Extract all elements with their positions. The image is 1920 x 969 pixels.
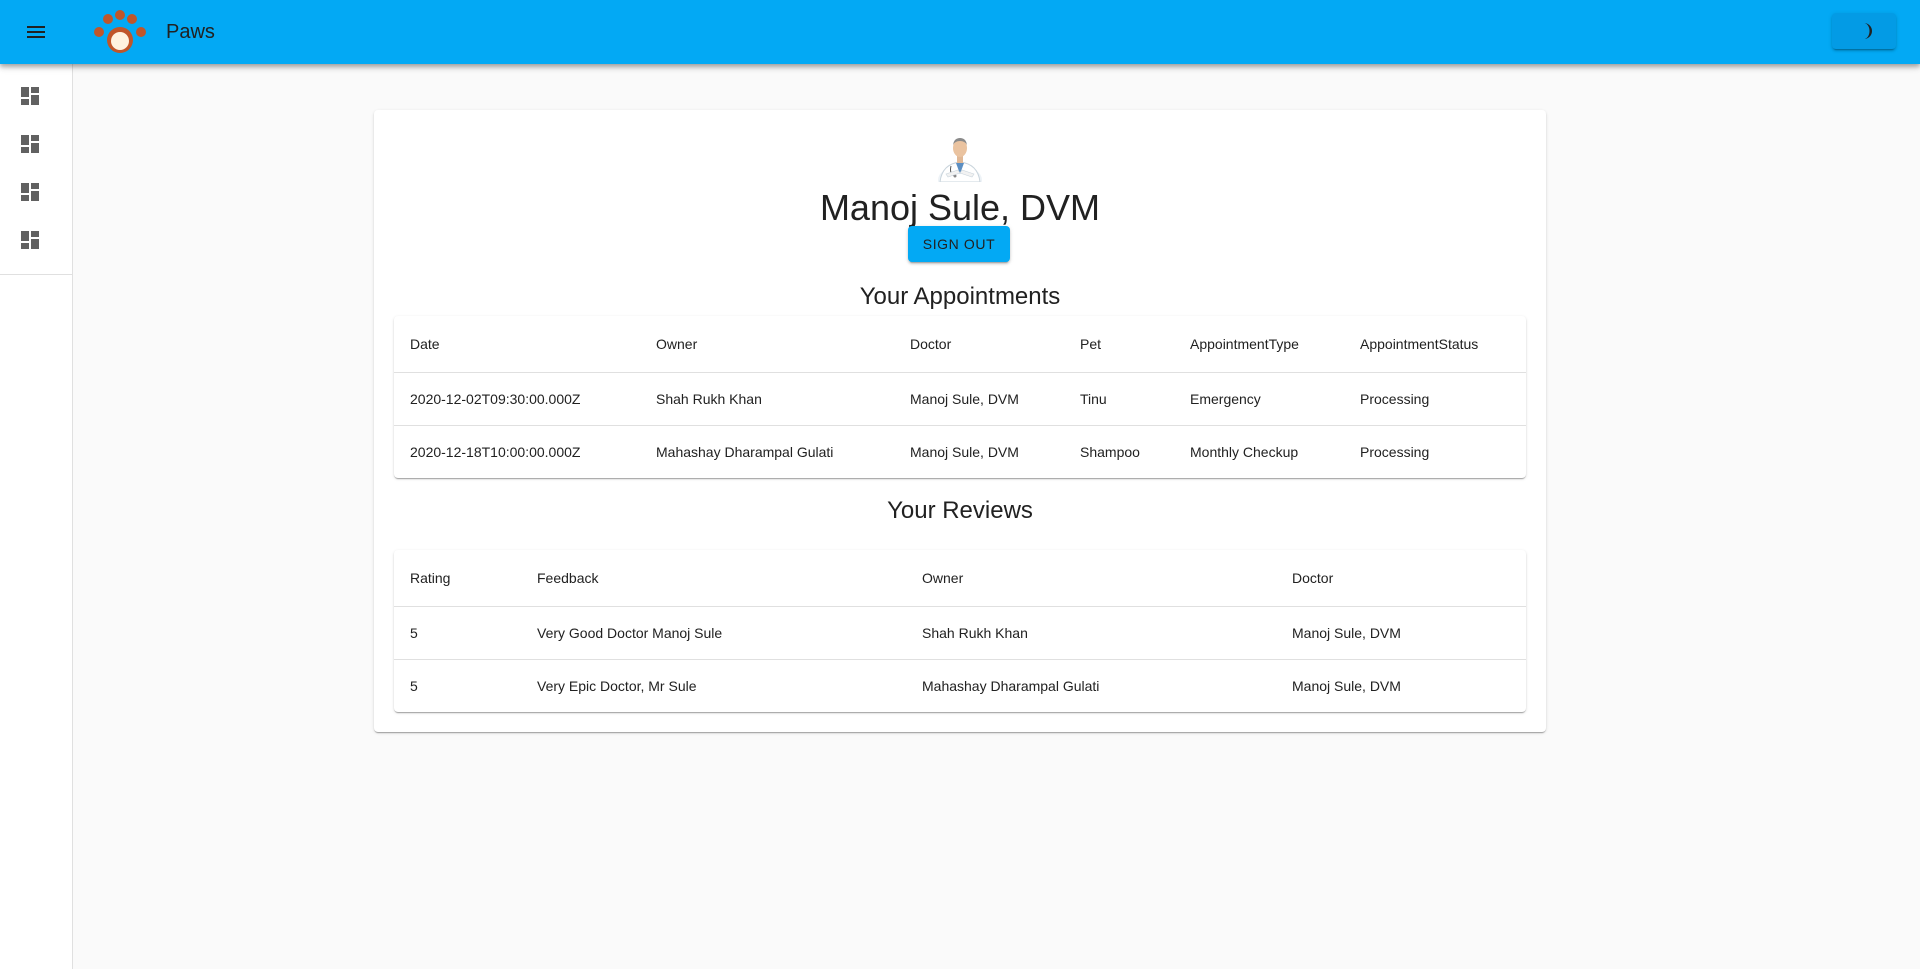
drawer-list bbox=[0, 64, 72, 264]
table-cell: 2020-12-02T09:30:00.000Z bbox=[394, 372, 640, 426]
dashboard-icon bbox=[21, 87, 39, 105]
table-row[interactable]: 5 Very Good Doctor Manoj Sule Shah Rukh … bbox=[394, 606, 1526, 660]
table-cell: Shah Rukh Khan bbox=[640, 372, 894, 426]
column-header: Owner bbox=[906, 550, 1276, 607]
column-header: Rating bbox=[394, 550, 521, 607]
dashboard-icon bbox=[21, 135, 39, 153]
table-row[interactable]: 2020-12-18T10:00:00.000Z Mahashay Dharam… bbox=[394, 425, 1526, 478]
column-header: AppointmentType bbox=[1174, 316, 1344, 373]
table-cell: Processing bbox=[1344, 372, 1526, 426]
table-cell: Shampoo bbox=[1080, 443, 1140, 460]
drawer-item-2[interactable] bbox=[0, 120, 72, 168]
reviews-title: Your Reviews bbox=[887, 497, 1033, 524]
app-title: Paws bbox=[166, 21, 215, 43]
table-cell: 5 bbox=[410, 677, 418, 694]
menu-button[interactable] bbox=[12, 8, 60, 56]
doctor-name: Manoj Sule, DVM bbox=[819, 187, 1101, 228]
table-cell: Monthly Checkup bbox=[1190, 443, 1299, 460]
column-header: Date bbox=[394, 316, 640, 373]
column-header: Doctor bbox=[894, 316, 1064, 373]
table-cell: Mahashay Dharampal Gulati bbox=[656, 443, 834, 460]
table-row[interactable]: 5 Very Epic Doctor, Mr Sule Mahashay Dha… bbox=[394, 659, 1526, 712]
table-cell: Shah Rukh Khan bbox=[906, 606, 1276, 660]
drawer-divider bbox=[0, 274, 72, 275]
appointments-title: Your Appointments bbox=[859, 283, 1061, 310]
appointments-header-row: Date Owner Doctor Pet AppointmentType Ap… bbox=[394, 316, 1526, 373]
column-header: Owner bbox=[640, 316, 894, 373]
table-cell: Processing bbox=[1360, 443, 1430, 460]
table-cell: Manoj Sule, DVM bbox=[1292, 677, 1401, 694]
column-header: Feedback bbox=[521, 550, 906, 607]
column-header: AppointmentStatus bbox=[1344, 316, 1526, 373]
dark-mode-icon bbox=[1864, 23, 1872, 39]
table-cell: Manoj Sule, DVM bbox=[894, 372, 1064, 426]
reviews-table: Rating Feedback Owner Doctor 5 Very Good… bbox=[394, 550, 1526, 712]
table-cell: Manoj Sule, DVM bbox=[910, 443, 1019, 460]
dashboard-icon bbox=[21, 183, 39, 201]
table-cell: Very Good Doctor Manoj Sule bbox=[521, 606, 906, 660]
table-cell: Manoj Sule, DVM bbox=[1276, 606, 1526, 660]
paw-logo-icon bbox=[94, 10, 146, 53]
dashboard-icon bbox=[21, 231, 39, 249]
doctor-avatar bbox=[938, 138, 982, 182]
table-row[interactable]: 2020-12-02T09:30:00.000Z Shah Rukh Khan … bbox=[394, 372, 1526, 426]
column-header: Doctor bbox=[1276, 550, 1526, 607]
table-cell: Mahashay Dharampal Gulati bbox=[922, 677, 1100, 694]
app-bar: Paws bbox=[0, 0, 1920, 64]
menu-icon bbox=[27, 26, 45, 38]
table-cell: 2020-12-18T10:00:00.000Z bbox=[410, 443, 581, 460]
sign-out-button[interactable]: SIGN OUT bbox=[908, 226, 1010, 262]
column-header: Pet bbox=[1064, 316, 1174, 373]
drawer-item-1[interactable] bbox=[0, 72, 72, 120]
table-cell: Very Epic Doctor, Mr Sule bbox=[537, 677, 697, 694]
theme-toggle-button[interactable] bbox=[1832, 13, 1896, 49]
drawer-item-3[interactable] bbox=[0, 168, 72, 216]
table-cell: Tinu bbox=[1064, 372, 1174, 426]
drawer-item-4[interactable] bbox=[0, 216, 72, 264]
table-cell: 5 bbox=[394, 606, 521, 660]
appointments-table: Date Owner Doctor Pet AppointmentType Ap… bbox=[394, 316, 1526, 478]
table-cell: Emergency bbox=[1174, 372, 1344, 426]
reviews-header-row: Rating Feedback Owner Doctor bbox=[394, 550, 1526, 607]
side-drawer bbox=[0, 64, 73, 969]
profile-card: Manoj Sule, DVM SIGN OUT Your Appointmen… bbox=[374, 110, 1546, 732]
